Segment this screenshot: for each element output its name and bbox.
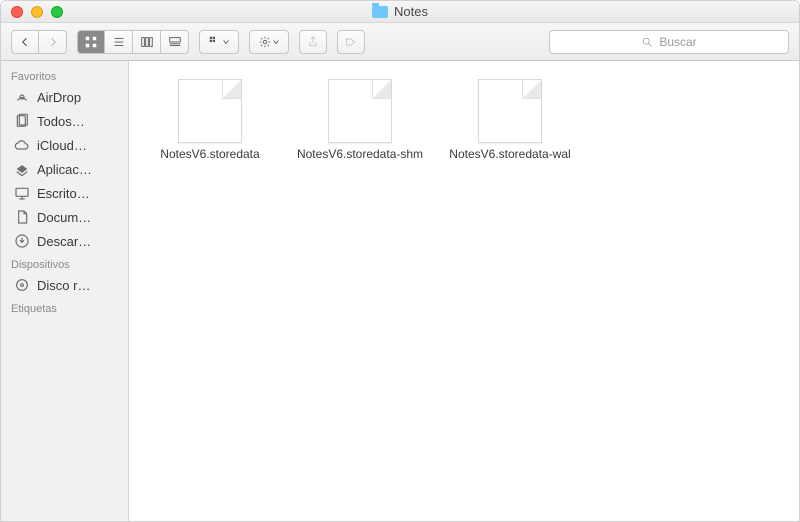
- airdrop-icon: [13, 88, 31, 106]
- forward-button[interactable]: [39, 30, 67, 54]
- sidebar-item-label: Disco r…: [37, 278, 90, 293]
- sidebar-item-label: Todos…: [37, 114, 85, 129]
- tags-button[interactable]: [337, 30, 365, 54]
- sidebar-item-label: Escrito…: [37, 186, 90, 201]
- sidebar-section-heading: Etiquetas: [1, 297, 128, 317]
- share-button[interactable]: [299, 30, 327, 54]
- window-title: Notes: [1, 4, 799, 19]
- document-icon: [328, 79, 392, 143]
- back-button[interactable]: [11, 30, 39, 54]
- sidebar-item[interactable]: AirDrop: [1, 85, 128, 109]
- sidebar-section-heading: Favoritos: [1, 65, 128, 85]
- search-placeholder: Buscar: [659, 35, 696, 49]
- file-item[interactable]: NotesV6.storedata-wal: [435, 75, 585, 170]
- sidebar-item[interactable]: Todos…: [1, 109, 128, 133]
- file-item[interactable]: NotesV6.storedata: [135, 75, 285, 170]
- maximize-window-button[interactable]: [51, 6, 63, 18]
- folder-icon: [372, 6, 388, 18]
- icloud-icon: [13, 136, 31, 154]
- sidebar-item[interactable]: Aplicac…: [1, 157, 128, 181]
- file-name: NotesV6.storedata-shm: [297, 147, 423, 162]
- sidebar-item-label: Descar…: [37, 234, 91, 249]
- documents-icon: [13, 208, 31, 226]
- action-group: [249, 30, 289, 54]
- sidebar-section-heading: Dispositivos: [1, 253, 128, 273]
- search-icon: [641, 36, 653, 48]
- action-button[interactable]: [249, 30, 289, 54]
- sidebar: Favoritos AirDrop Todos… iCloud… Aplicac… Esc…: [1, 61, 129, 521]
- sidebar-item[interactable]: iCloud…: [1, 133, 128, 157]
- sidebar-item-label: Docum…: [37, 210, 91, 225]
- sidebar-item-label: iCloud…: [37, 138, 87, 153]
- icon-view-button[interactable]: [77, 30, 105, 54]
- nav-buttons: [11, 30, 67, 54]
- view-mode-buttons: [77, 30, 189, 54]
- minimize-window-button[interactable]: [31, 6, 43, 18]
- disk-icon: [13, 276, 31, 294]
- coverflow-view-button[interactable]: [161, 30, 189, 54]
- share-icon: [307, 35, 319, 49]
- sidebar-item[interactable]: Docum…: [1, 205, 128, 229]
- traffic-lights: [1, 6, 63, 18]
- window-body: Favoritos AirDrop Todos… iCloud… Aplicac… Esc…: [1, 61, 799, 521]
- all-files-icon: [13, 112, 31, 130]
- tag-icon: [344, 36, 358, 48]
- toolbar: Buscar: [1, 23, 799, 61]
- finder-window: Notes: [0, 0, 800, 522]
- search-input[interactable]: Buscar: [549, 30, 789, 54]
- titlebar: Notes: [1, 1, 799, 23]
- sidebar-item-label: Aplicac…: [37, 162, 92, 177]
- content-area[interactable]: NotesV6.storedata NotesV6.storedata-shm No…: [129, 61, 799, 521]
- document-icon: [478, 79, 542, 143]
- column-view-button[interactable]: [133, 30, 161, 54]
- share-group: [299, 30, 327, 54]
- list-view-button[interactable]: [105, 30, 133, 54]
- file-item[interactable]: NotesV6.storedata-shm: [285, 75, 435, 170]
- sidebar-item-label: AirDrop: [37, 90, 81, 105]
- file-grid: NotesV6.storedata NotesV6.storedata-shm No…: [129, 61, 799, 184]
- desktop-icon: [13, 184, 31, 202]
- sidebar-item[interactable]: Descar…: [1, 229, 128, 253]
- tags-group: [337, 30, 365, 54]
- file-name: NotesV6.storedata-wal: [449, 147, 570, 162]
- applications-icon: [13, 160, 31, 178]
- file-name: NotesV6.storedata: [160, 147, 259, 162]
- close-window-button[interactable]: [11, 6, 23, 18]
- window-title-text: Notes: [394, 4, 428, 19]
- gear-icon: [258, 35, 272, 49]
- sidebar-item[interactable]: Disco r…: [1, 273, 128, 297]
- downloads-icon: [13, 232, 31, 250]
- document-icon: [178, 79, 242, 143]
- arrange-group: [199, 30, 239, 54]
- arrange-button[interactable]: [199, 30, 239, 54]
- sidebar-item[interactable]: Escrito…: [1, 181, 128, 205]
